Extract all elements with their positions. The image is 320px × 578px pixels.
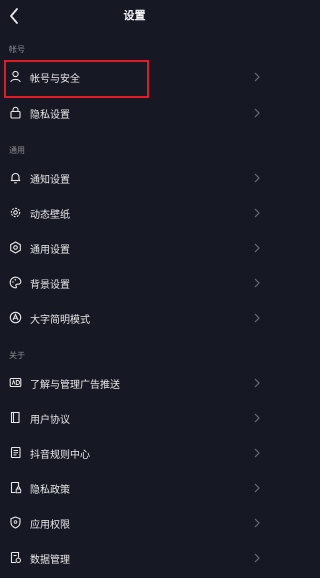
chevron-right-icon bbox=[254, 108, 260, 118]
chevron-right-icon bbox=[254, 243, 260, 253]
settings-item-general-settings[interactable]: 通用设置 bbox=[0, 233, 269, 263]
settings-item-privacy-policy[interactable]: 隐私政策 bbox=[0, 473, 269, 503]
chevron-right-icon bbox=[254, 208, 260, 218]
settings-item-label: 数据管理 bbox=[30, 555, 70, 566]
bell-icon bbox=[9, 171, 22, 184]
settings-item-user-agreement[interactable]: 用户协议 bbox=[0, 403, 269, 433]
lock-icon bbox=[9, 106, 22, 119]
data-icon bbox=[9, 551, 22, 564]
settings-item-ad-management[interactable]: 了解与管理广告推送 bbox=[0, 368, 269, 398]
highlight-box bbox=[4, 60, 149, 98]
lock-doc-icon bbox=[9, 481, 22, 494]
settings-item-label: 了解与管理广告推送 bbox=[30, 380, 120, 391]
settings-item-rules-center[interactable]: 抖音规则中心 bbox=[0, 438, 269, 468]
chevron-right-icon bbox=[254, 518, 260, 528]
settings-item-label: 用户协议 bbox=[30, 415, 70, 426]
settings-item-app-permissions[interactable]: 应用权限 bbox=[0, 508, 269, 538]
gear-wallpaper-icon bbox=[9, 206, 22, 219]
book-icon bbox=[9, 411, 22, 424]
chevron-right-icon bbox=[254, 413, 260, 423]
section-label-general: 通用 bbox=[9, 146, 25, 155]
shield-icon bbox=[9, 516, 22, 529]
settings-item-label: 应用权限 bbox=[30, 520, 70, 531]
section-label-account: 帐号 bbox=[9, 45, 25, 54]
chevron-right-icon bbox=[254, 553, 260, 563]
chevron-right-icon bbox=[254, 483, 260, 493]
chevron-right-icon bbox=[254, 72, 260, 82]
chevron-right-icon bbox=[254, 313, 260, 323]
settings-item-privacy[interactable]: 隐私设置 bbox=[0, 98, 269, 128]
rules-icon bbox=[9, 446, 22, 459]
settings-item-label: 通知设置 bbox=[30, 175, 70, 186]
settings-item-label: 背景设置 bbox=[30, 280, 70, 291]
settings-item-notifications[interactable]: 通知设置 bbox=[0, 163, 269, 193]
settings-item-label: 通用设置 bbox=[30, 245, 70, 256]
settings-item-large-text-mode[interactable]: 大字简明模式 bbox=[0, 303, 269, 333]
settings-item-label: 动态壁纸 bbox=[30, 210, 70, 221]
settings-item-label: 大字简明模式 bbox=[30, 315, 90, 326]
palette-icon bbox=[9, 276, 22, 289]
settings-item-label: 隐私设置 bbox=[30, 110, 70, 121]
gear-icon bbox=[9, 241, 22, 254]
text-mode-icon bbox=[9, 311, 22, 324]
chevron-right-icon bbox=[254, 278, 260, 288]
top-bar: 设置 bbox=[0, 0, 269, 32]
page-title: 设置 bbox=[123, 9, 146, 22]
settings-item-data-management[interactable]: 数据管理 bbox=[0, 543, 269, 573]
chevron-right-icon bbox=[254, 173, 260, 183]
settings-item-live-wallpaper[interactable]: 动态壁纸 bbox=[0, 198, 269, 228]
settings-item-background[interactable]: 背景设置 bbox=[0, 268, 269, 298]
ad-icon bbox=[9, 376, 22, 389]
section-label-about: 关于 bbox=[9, 351, 25, 360]
settings-item-label: 抖音规则中心 bbox=[30, 450, 90, 461]
chevron-right-icon bbox=[254, 448, 260, 458]
chevron-right-icon bbox=[254, 378, 260, 388]
settings-item-label: 隐私政策 bbox=[30, 485, 70, 496]
